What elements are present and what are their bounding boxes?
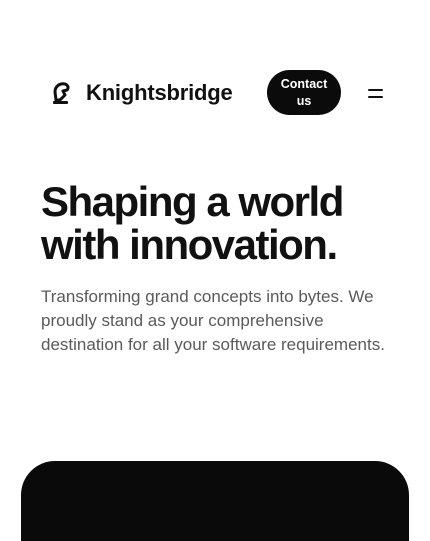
hero-title: Shaping a world with innovation.	[41, 178, 344, 268]
site-header: Knightsbridge Contact us	[0, 70, 430, 115]
menu-icon-bar	[368, 95, 383, 98]
contact-us-button[interactable]: Contact us	[267, 70, 341, 115]
hero-description: Transforming grand concepts into bytes. …	[41, 287, 385, 354]
brand-name: Knightsbridge	[86, 80, 233, 105]
dark-content-panel	[21, 461, 409, 541]
brand-link[interactable]: Knightsbridge	[50, 78, 233, 108]
menu-button[interactable]	[368, 85, 388, 101]
menu-icon	[368, 88, 383, 91]
knight-chess-logo-icon	[53, 82, 70, 104]
